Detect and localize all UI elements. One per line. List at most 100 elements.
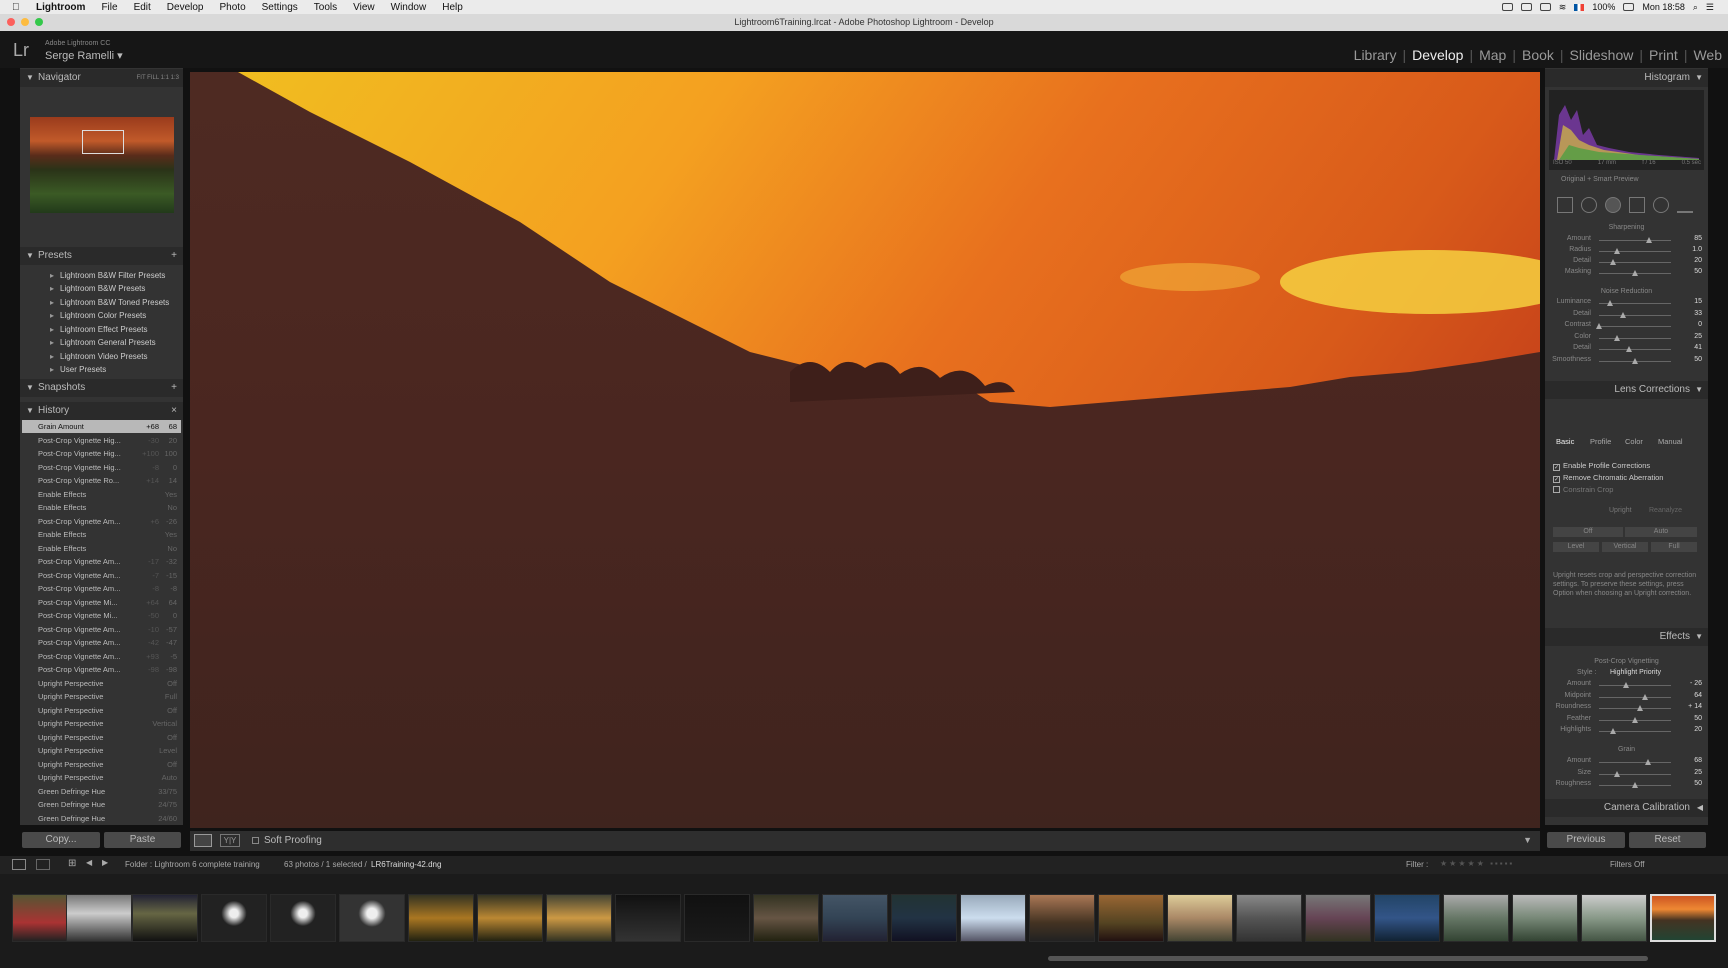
upright-auto-button[interactable]: Auto <box>1625 527 1697 537</box>
filmstrip-thumbnail[interactable] <box>1443 894 1509 942</box>
zoom-fill[interactable]: FILL <box>147 75 159 81</box>
red-eye-tool-icon[interactable] <box>1605 197 1621 213</box>
graduated-filter-tool-icon[interactable] <box>1629 197 1645 213</box>
slider-value[interactable]: 50 <box>1694 780 1702 787</box>
slider-knob[interactable] <box>1632 716 1638 723</box>
history-step[interactable]: Post-Crop Vignette Am... +6 -26 <box>22 515 181 528</box>
histogram-header[interactable]: Histogram ▼ <box>1545 69 1708 87</box>
filmstrip-thumbnail[interactable] <box>1029 894 1095 942</box>
zoom-window-button[interactable] <box>35 18 43 26</box>
slider-track[interactable] <box>1599 759 1671 765</box>
zoom-1-1[interactable]: 1:1 <box>161 75 169 81</box>
slider-track[interactable] <box>1599 270 1671 276</box>
slider-track[interactable] <box>1599 248 1671 254</box>
reanalyze-button[interactable]: Reanalyze <box>1649 507 1682 514</box>
history-step[interactable]: Post-Crop Vignette Mi... +64 64 <box>22 596 181 609</box>
menu-view[interactable]: View <box>353 2 375 13</box>
menu-lightroom[interactable]: Lightroom <box>36 2 85 13</box>
slider-value[interactable]: 85 <box>1694 235 1702 242</box>
slider-value[interactable]: 50 <box>1694 268 1702 275</box>
history-step[interactable]: Enable Effects No <box>22 542 181 555</box>
slider-knob[interactable] <box>1614 248 1620 254</box>
slider-knob[interactable] <box>1606 300 1613 306</box>
history-step[interactable]: Post-Crop Vignette Am... +93 -5 <box>22 650 181 663</box>
before-after-view-icon[interactable]: Y|Y <box>220 834 240 847</box>
slider-knob[interactable] <box>1642 693 1649 700</box>
module-map[interactable]: Map <box>1479 47 1506 63</box>
filmstrip-scrollbar[interactable] <box>1048 956 1648 961</box>
add-preset-icon[interactable]: + <box>171 247 177 265</box>
spotlight-search-icon[interactable]: ⌕ <box>1693 2 1698 13</box>
history-step[interactable]: Post-Crop Vignette Ro... +14 14 <box>22 474 181 487</box>
history-step[interactable]: Post-Crop Vignette Am... -10 -57 <box>22 623 181 636</box>
history-step[interactable]: Upright Perspective Off <box>22 731 181 744</box>
slider-track[interactable] <box>1599 346 1671 352</box>
filmstrip-thumbnail[interactable] <box>822 894 888 942</box>
menu-photo[interactable]: Photo <box>220 2 246 13</box>
preset-folder[interactable]: Lightroom General Presets <box>50 338 156 347</box>
forward-arrow-icon[interactable]: ▶ <box>102 858 108 867</box>
zoom-fit[interactable]: FIT <box>137 75 146 81</box>
history-step[interactable]: Post-Crop Vignette Am... -8 -8 <box>22 582 181 595</box>
copy-settings-button[interactable]: Copy... <box>22 832 100 848</box>
history-step[interactable]: Upright Perspective Off <box>22 677 181 690</box>
camera-calibration-header[interactable]: Camera Calibration ◀ <box>1545 799 1708 817</box>
preset-folder[interactable]: Lightroom B&W Toned Presets <box>50 298 169 307</box>
adjustment-brush-tool-icon[interactable] <box>1677 197 1693 213</box>
filmstrip-thumbnail[interactable] <box>1581 894 1647 942</box>
slider-value[interactable]: - 26 <box>1690 680 1702 687</box>
slider-knob[interactable] <box>1610 259 1617 265</box>
tab-color[interactable]: Color <box>1625 437 1643 446</box>
filmstrip-thumbnail[interactable] <box>960 894 1026 942</box>
slider-value[interactable]: 68 <box>1694 757 1702 764</box>
main-photo-canvas[interactable] <box>190 72 1540 828</box>
filmstrip-thumbnail[interactable] <box>132 894 198 942</box>
slider-knob[interactable] <box>1614 770 1620 777</box>
upright-full-button[interactable]: Full <box>1651 542 1697 552</box>
presets-header[interactable]: ▼ Presets + <box>20 247 183 265</box>
add-snapshot-icon[interactable]: + <box>171 379 177 397</box>
slider-knob[interactable] <box>1644 759 1651 765</box>
filmstrip-thumbnail[interactable] <box>753 894 819 942</box>
filmstrip-thumbnail[interactable] <box>1374 894 1440 942</box>
history-step[interactable]: Green Defringe Hue 33/75 <box>22 785 181 798</box>
slider-track[interactable] <box>1599 682 1671 688</box>
preset-folder[interactable]: Lightroom Color Presets <box>50 311 146 320</box>
history-step[interactable]: Upright Perspective Off <box>22 704 181 717</box>
radial-filter-tool-icon[interactable] <box>1653 197 1669 213</box>
filmstrip-thumbnail[interactable] <box>615 894 681 942</box>
filmstrip-thumbnail[interactable] <box>1512 894 1578 942</box>
secondary-window-1-icon[interactable] <box>12 859 26 870</box>
history-step[interactable]: Upright Perspective Auto <box>22 771 181 784</box>
slider-knob[interactable] <box>1632 357 1638 364</box>
slider-value[interactable]: 20 <box>1694 257 1702 264</box>
preset-folder[interactable]: Lightroom B&W Presets <box>50 284 145 293</box>
filmstrip-thumbnail[interactable] <box>477 894 543 942</box>
history-step[interactable]: Post-Crop Vignette Am... -42 -47 <box>22 636 181 649</box>
slider-track[interactable] <box>1599 728 1671 734</box>
user-name[interactable]: Serge Ramelli ▾ <box>45 49 123 62</box>
notification-center-icon[interactable]: ☰ <box>1706 2 1714 13</box>
preset-folder[interactable]: User Presets <box>50 365 106 374</box>
history-step[interactable]: Upright Perspective Off <box>22 758 181 771</box>
histogram-graph[interactable]: ISO 50 17 mm f / 16 0.5 sec <box>1549 90 1704 170</box>
slider-value[interactable]: 41 <box>1694 344 1702 351</box>
slider-track[interactable] <box>1599 259 1671 265</box>
crop-tool-icon[interactable] <box>1557 197 1573 213</box>
slider-value[interactable]: + 14 <box>1688 703 1702 710</box>
slider-track[interactable] <box>1599 311 1671 318</box>
history-step[interactable]: Grain Amount +68 68 <box>22 420 181 433</box>
history-step[interactable]: Upright Perspective Full <box>22 690 181 703</box>
clock[interactable]: Mon 18:58 <box>1642 2 1685 12</box>
selected-filename[interactable]: LR6Training-42.dng <box>371 860 441 869</box>
menu-tools[interactable]: Tools <box>314 2 337 13</box>
filmstrip-thumbnail[interactable] <box>339 894 405 942</box>
toolbar-menu-chevron-icon[interactable]: ▼ <box>1523 835 1532 845</box>
slider-track[interactable] <box>1599 693 1671 700</box>
upright-level-button[interactable]: Level <box>1553 542 1599 552</box>
history-step[interactable]: Post-Crop Vignette Am... -7 -15 <box>22 569 181 582</box>
navigator-preview[interactable] <box>30 117 174 213</box>
menu-file[interactable]: File <box>101 2 117 13</box>
history-step[interactable]: Upright Perspective Level <box>22 744 181 757</box>
history-step[interactable]: Post-Crop Vignette Mi... -50 0 <box>22 609 181 622</box>
